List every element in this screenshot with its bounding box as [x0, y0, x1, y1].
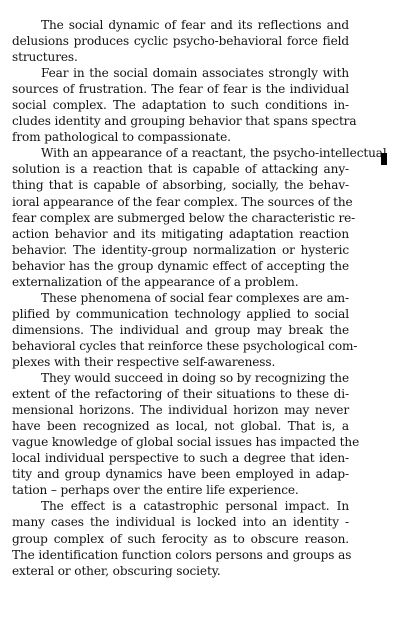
- text-line: behavior has the group dynamic effect of…: [12, 258, 349, 273]
- text-line: tity and group dynamics have been employ…: [12, 467, 349, 482]
- text-line: from pathological to compassionate.: [12, 130, 231, 145]
- document-body: The social dynamic of fear and its refle…: [12, 17, 387, 579]
- text-line: With an appearance of a reactant, the ps…: [41, 146, 387, 161]
- paragraph: They would succeed in doing so by recogn…: [12, 370, 360, 498]
- text-line: delusions produces cyclic psycho-behavio…: [12, 34, 349, 49]
- text-line: sources of frustration. The fear of fear…: [12, 82, 349, 97]
- overfull-box-marker: [381, 153, 387, 165]
- text-line: behavioral cycles that reinforce these p…: [12, 338, 358, 353]
- text-line: The effect is a catastrophic personal im…: [41, 499, 349, 514]
- text-line: The identification function colors perso…: [12, 547, 352, 562]
- text-line: group complex of such ferocity as to obs…: [12, 531, 349, 546]
- text-line: tation – perhaps over the entire life ex…: [12, 483, 299, 498]
- paragraph: These phenomena of social fear complexes…: [12, 290, 358, 370]
- paragraph: With an appearance of a reactant, the ps…: [12, 145, 387, 289]
- text-line: many cases the individual is locked into…: [12, 515, 349, 530]
- text-line: fear complex are submerged below the cha…: [12, 210, 356, 225]
- text-line: extent of the refactoring of their situa…: [12, 387, 349, 402]
- text-line: Fear in the social domain associates str…: [41, 66, 349, 81]
- text-line: solution is a reaction that is capable o…: [12, 162, 349, 177]
- text-line: plexes with their respective self-awaren…: [12, 354, 276, 369]
- text-line: plified by communication technology appl…: [12, 306, 349, 321]
- text-line: mensional horizons. The individual horiz…: [12, 403, 349, 418]
- paragraph: The social dynamic of fear and its refle…: [12, 17, 349, 65]
- text-line: They would succeed in doing so by recogn…: [41, 371, 349, 386]
- text-line: action behavior and its mitigating adapt…: [12, 226, 349, 241]
- paragraph: The effect is a catastrophic personal im…: [12, 498, 352, 578]
- text-line: These phenomena of social fear complexes…: [41, 290, 349, 305]
- text-line: structures.: [12, 50, 78, 65]
- text-line: The social dynamic of fear and its refle…: [41, 18, 349, 32]
- text-line: ioral appearance of the fear complex. Th…: [12, 194, 353, 209]
- text-line: dimensions. The individual and group may…: [12, 322, 349, 337]
- text-line: externalization of the appearance of a p…: [12, 274, 299, 289]
- text-line: local individual perspective to such a d…: [12, 451, 349, 466]
- text-line: thing that is capable of absorbing, soci…: [12, 178, 349, 193]
- text-line: social complex. The adaptation to such c…: [12, 98, 349, 113]
- paragraph: Fear in the social domain associates str…: [12, 65, 357, 145]
- text-line: behavior. The identity-group normalizati…: [12, 242, 349, 257]
- text-line: vague knowledge of global social issues …: [12, 435, 360, 450]
- text-line: cludes identity and grouping behavior th…: [12, 114, 357, 129]
- text-line: exteral or other, obscuring society.: [12, 563, 221, 578]
- text-line: have been recognized as local, not globa…: [12, 419, 349, 434]
